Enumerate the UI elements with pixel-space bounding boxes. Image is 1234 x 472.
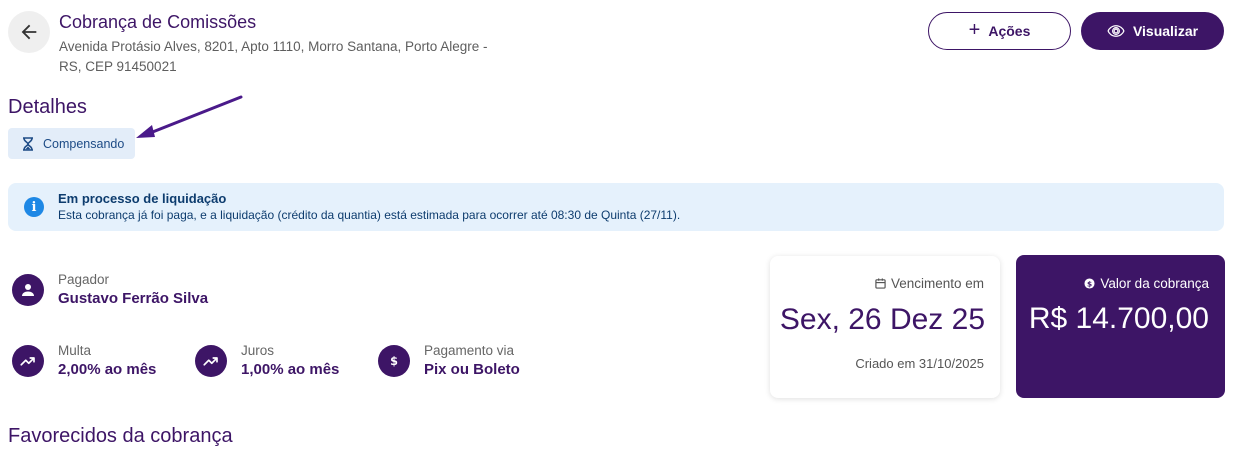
- payer-label: Pagador: [58, 272, 110, 287]
- calendar-icon: [875, 278, 886, 289]
- interest-value: 1,00% ao mês: [241, 361, 340, 378]
- dollar-icon: $: [378, 344, 410, 377]
- details-heading: Detalhes: [8, 96, 87, 118]
- status-badge-label: Compensando: [43, 136, 125, 151]
- amount-card: $ Valor da cobrança R$ 14.700,00: [1016, 255, 1225, 398]
- info-banner: i Em processo de liquidação Esta cobranç…: [8, 183, 1224, 231]
- person-icon: [12, 273, 44, 306]
- fine-value: 2,00% ao mês: [58, 361, 157, 378]
- arrow-left-icon: [21, 24, 37, 40]
- trending-up-icon: [195, 344, 227, 377]
- status-badge: Compensando: [8, 128, 135, 159]
- eye-icon: [1107, 25, 1125, 37]
- plus-icon: +: [968, 19, 981, 41]
- amount-label: Valor da cobrança: [1100, 276, 1209, 291]
- payment-method-label: Pagamento via: [424, 343, 515, 358]
- actions-button[interactable]: + Ações: [928, 12, 1071, 50]
- actions-button-label: Ações: [988, 23, 1031, 39]
- info-icon: i: [24, 197, 44, 217]
- coin-icon: $: [1084, 278, 1095, 289]
- favored-heading: Favorecidos da cobrança: [8, 425, 233, 447]
- payment-method-detail: $ Pagamento via Pix ou Boleto: [378, 343, 520, 378]
- page-address: Avenida Protásio Alves, 8201, Apto 1110,…: [59, 39, 488, 74]
- due-date-label: Vencimento em: [890, 276, 984, 291]
- interest-label: Juros: [241, 343, 275, 358]
- back-button[interactable]: [8, 11, 50, 53]
- view-button-label: Visualizar: [1132, 23, 1199, 39]
- info-banner-title: Em processo de liquidação: [58, 191, 227, 206]
- payer-value: Gustavo Ferrão Silva: [58, 290, 209, 307]
- svg-text:$: $: [1087, 279, 1092, 288]
- payment-method-value: Pix ou Boleto: [424, 361, 520, 378]
- fine-label: Multa: [58, 343, 92, 358]
- svg-text:$: $: [390, 354, 398, 367]
- fine-detail: Multa 2,00% ao mês: [12, 343, 156, 378]
- trending-up-icon: [12, 344, 44, 377]
- payer-detail: Pagador Gustavo Ferrão Silva: [12, 272, 208, 307]
- hourglass-icon: [23, 136, 33, 151]
- due-date-value: Sex, 26 Dez 25: [779, 303, 985, 336]
- due-date-card: Vencimento em Sex, 26 Dez 25 Criado em 3…: [770, 256, 1000, 398]
- amount-value: R$ 14.700,00: [1028, 302, 1209, 335]
- info-banner-description: Esta cobrança já foi paga, e a liquidaçã…: [58, 208, 681, 222]
- interest-detail: Juros 1,00% ao mês: [195, 343, 339, 378]
- annotation-arrow: [136, 95, 243, 138]
- view-button[interactable]: Visualizar: [1081, 12, 1224, 50]
- page-title: Cobrança de Comissões: [59, 12, 257, 32]
- created-date: Criado em 31/10/2025: [855, 356, 984, 371]
